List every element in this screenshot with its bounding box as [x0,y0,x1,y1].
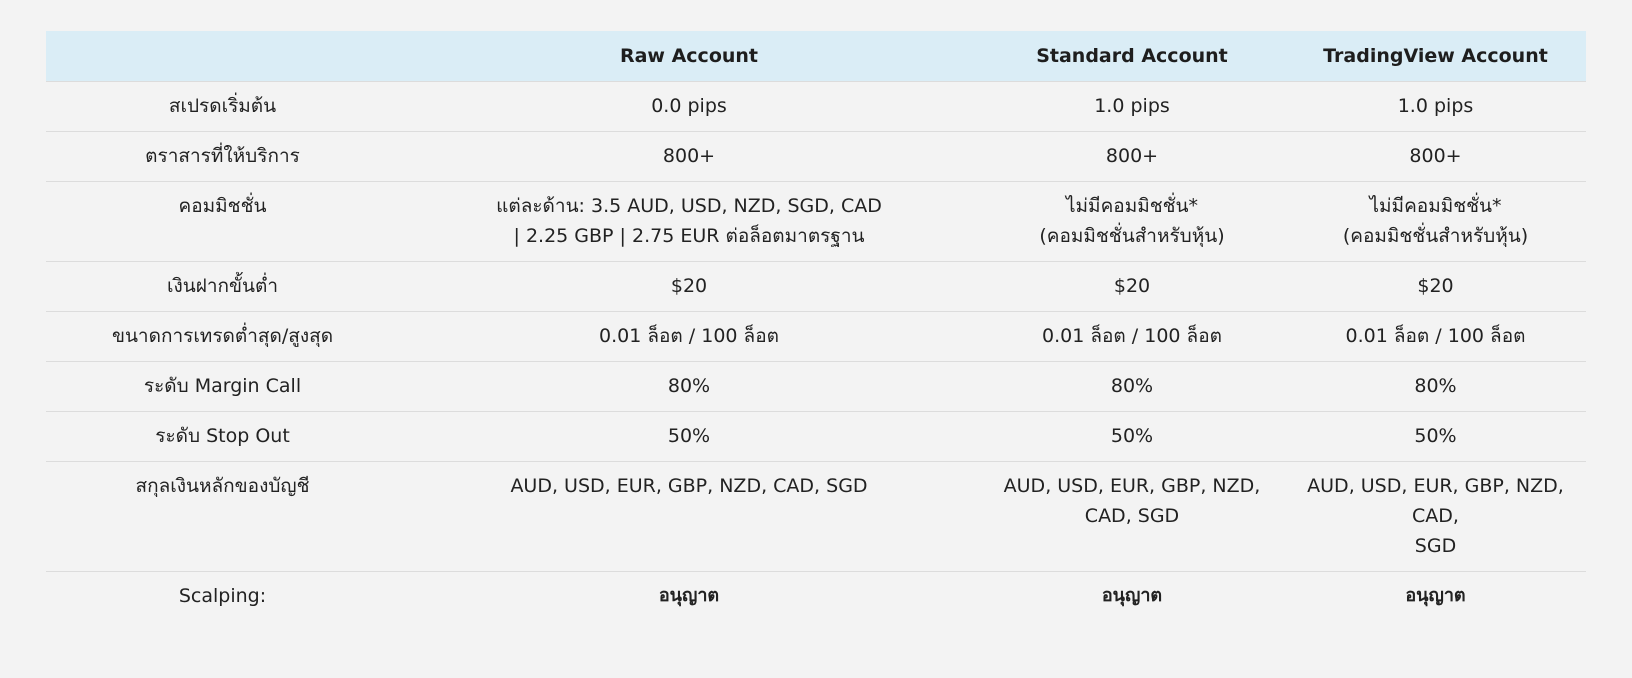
cell-text-line: (คอมมิชชั่นสำหรับหุ้น) [1039,225,1225,247]
cell-text-line: 1.0 pips [1094,95,1170,117]
cell-text-line: (คอมมิชชั่นสำหรับหุ้น) [1342,225,1529,247]
cell-text-line: 0.01 ล็อต / 100 ล็อต [1345,325,1526,347]
header-raw-account: Raw Account [619,45,759,67]
cell-text-line: อนุญาต [1405,585,1466,606]
cell-tradingview: 1.0 pips [1285,82,1586,132]
cell-raw: AUD, USD, EUR, GBP, NZD, CAD, SGD [399,462,979,572]
row-label: คอมมิชชั่น [178,195,267,217]
cell-text-line: AUD, USD, EUR, GBP, NZD, CAD, SGD [510,475,868,497]
cell-tradingview: 0.01 ล็อต / 100 ล็อต [1285,312,1586,362]
cell-standard: 0.01 ล็อต / 100 ล็อต [979,312,1285,362]
cell-text-line: 1.0 pips [1397,95,1474,117]
table-row: ตราสารที่ให้บริการ 800+ 800+ 800+ [46,131,1586,182]
cell-tradingview: AUD, USD, EUR, GBP, NZD, CAD, SGD [1285,462,1586,572]
table-row: คอมมิชชั่น แต่ละด้าน: 3.5 AUD, USD, NZD, … [46,181,1586,262]
row-label: ระดับ Stop Out [155,425,290,447]
cell-text-line: 800+ [662,145,716,167]
row-label: สกุลเงินหลักของบัญชี [135,475,310,497]
cell-text-line: 80% [667,375,711,397]
cell-standard: $20 [979,262,1285,312]
header-tradingview-account: TradingView Account [1323,45,1548,67]
cell-standard: ไม่มีคอมมิชชั่น* (คอมมิชชั่นสำหรับหุ้น) [979,182,1285,262]
row-label: สเปรดเริ่มต้น [168,95,277,117]
cell-text-line: 0.01 ล็อต / 100 ล็อต [1042,325,1222,347]
cell-tradingview: ไม่มีคอมมิชชั่น* (คอมมิชชั่นสำหรับหุ้น) [1285,182,1586,262]
cell-raw: 50% [399,412,979,462]
cell-tradingview: อนุญาต [1285,572,1586,622]
cell-tradingview: 80% [1285,362,1586,412]
table-row: ระดับ Margin Call 80% 80% 80% [46,361,1586,412]
cell-text-line: 50% [1110,425,1154,447]
account-comparison: Raw Account Standard Account TradingView… [46,31,1586,621]
cell-text-line: $20 [1417,275,1454,297]
cell-raw: 0.0 pips [399,82,979,132]
cell-tradingview: 800+ [1285,132,1586,182]
cell-text-line: 800+ [1105,145,1159,167]
cell-text-line: AUD, USD, EUR, GBP, NZD, [1003,475,1261,497]
row-label: ขนาดการเทรดต่ำสุด/สูงสุด [111,325,334,347]
row-label: Scalping: [178,585,267,607]
cell-text-line: ไม่มีคอมมิชชั่น* [1065,195,1199,217]
cell-standard: 1.0 pips [979,82,1285,132]
cell-raw: แต่ละด้าน: 3.5 AUD, USD, NZD, SGD, CAD | … [399,182,979,262]
table-row: ขนาดการเทรดต่ำสุด/สูงสุด 0.01 ล็อต / 100 … [46,311,1586,362]
cell-text-line: 0.01 ล็อต / 100 ล็อต [599,325,779,347]
cell-text-line: 0.0 pips [651,95,727,117]
header-standard-account: Standard Account [1036,45,1228,67]
cell-standard: 80% [979,362,1285,412]
row-label: ระดับ Margin Call [143,375,302,397]
table-row: สกุลเงินหลักของบัญชี AUD, USD, EUR, GBP, … [46,461,1586,572]
table-row: สเปรดเริ่มต้น 0.0 pips 1.0 pips 1.0 pips [46,81,1586,132]
header-empty [46,31,399,82]
cell-text-line: SGD [1414,535,1457,557]
table-row: ระดับ Stop Out 50% 50% 50% [46,411,1586,462]
row-label: เงินฝากขั้นต่ำ [166,275,279,297]
cell-standard: อนุญาต [979,572,1285,622]
cell-text-line: $20 [1113,275,1151,297]
cell-raw: 0.01 ล็อต / 100 ล็อต [399,312,979,362]
table-body: สเปรดเริ่มต้น 0.0 pips 1.0 pips 1.0 pips ตรา… [46,81,1586,622]
table-header-row: Raw Account Standard Account TradingView… [46,31,1586,82]
cell-text-line: อนุญาต [658,585,720,606]
cell-text-line: $20 [670,275,708,297]
cell-text-line: | 2.25 GBP | 2.75 EUR ต่อล็อตมาตรฐาน [513,225,865,247]
cell-text-line: 50% [1414,425,1457,447]
cell-raw: อนุญาต [399,572,979,622]
account-comparison-table: Raw Account Standard Account TradingView… [46,31,1586,621]
table-row: Scalping: อนุญาต อนุญาต อนุญาต [46,571,1586,622]
cell-text-line: ไม่มีคอมมิชชั่น* [1369,195,1502,217]
cell-text-line: 50% [667,425,711,447]
cell-tradingview: 50% [1285,412,1586,462]
cell-raw: 80% [399,362,979,412]
cell-text-line: 80% [1414,375,1457,397]
cell-standard: AUD, USD, EUR, GBP, NZD, CAD, SGD [979,462,1285,572]
cell-text-line: แต่ละด้าน: 3.5 AUD, USD, NZD, SGD, CAD [496,195,882,217]
cell-text-line: 80% [1110,375,1154,397]
cell-standard: 800+ [979,132,1285,182]
cell-text-line: AUD, USD, EUR, GBP, NZD, CAD, [1307,475,1564,527]
cell-tradingview: $20 [1285,262,1586,312]
cell-standard: 50% [979,412,1285,462]
cell-text-line: อนุญาต [1101,585,1163,606]
row-label: ตราสารที่ให้บริการ [145,145,300,167]
cell-raw: $20 [399,262,979,312]
cell-text-line: 800+ [1409,145,1462,167]
cell-raw: 800+ [399,132,979,182]
cell-text-line: CAD, SGD [1084,505,1180,527]
table-row: เงินฝากขั้นต่ำ $20 $20 $20 [46,261,1586,312]
